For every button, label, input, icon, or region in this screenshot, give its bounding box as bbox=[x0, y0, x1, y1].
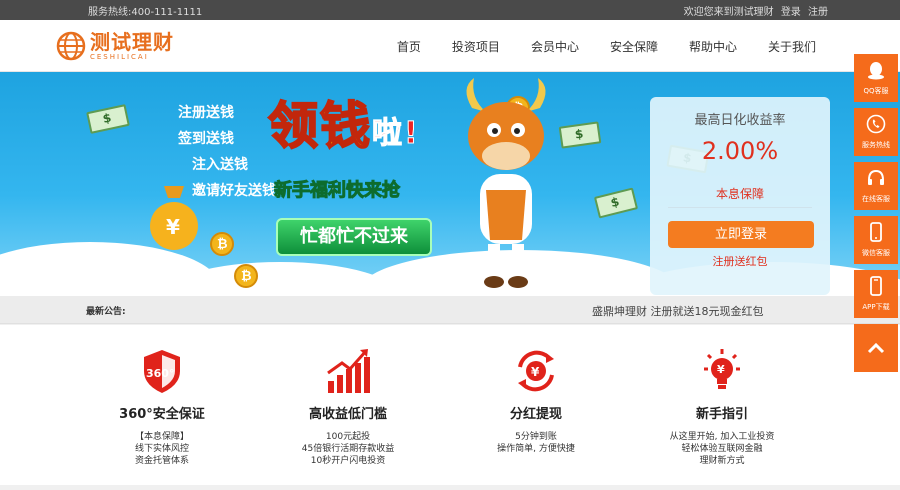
feature-desc: 【本息保障】 线下实体风控 资金托管体系 bbox=[72, 431, 252, 467]
feature-desc-line: 从这里开始, 加入工业投资 bbox=[669, 432, 775, 442]
chevron-up-icon bbox=[867, 342, 885, 354]
nav-help[interactable]: 帮助中心 bbox=[689, 38, 737, 55]
slogan-item: 注入送钱 bbox=[192, 157, 248, 173]
svg-text:¥: ¥ bbox=[166, 215, 180, 239]
logo-subtitle: CESHILICAI bbox=[90, 53, 149, 61]
app-icon bbox=[870, 276, 882, 296]
side-app-download-button[interactable]: APP下载 bbox=[854, 270, 898, 318]
mobile-icon bbox=[870, 222, 882, 242]
feature-desc-line: 45倍银行活期存款收益 bbox=[301, 444, 395, 454]
hero-title-main: 领钱 bbox=[267, 96, 372, 156]
feature-desc-line: 5分钟到账 bbox=[515, 432, 557, 442]
globe-logo-icon bbox=[56, 31, 86, 61]
feature-desc-line: 资金托管体系 bbox=[134, 456, 189, 466]
feature-name: 360°安全保证 bbox=[119, 407, 205, 422]
notice-message[interactable]: 盛鼎坤理财 注册就送18元现金红包 bbox=[592, 303, 764, 319]
feature-desc-line: 线下实体风控 bbox=[134, 444, 189, 454]
yen-cycle-icon: ¥ bbox=[518, 350, 554, 392]
feature-name: 新手指引 bbox=[695, 407, 748, 422]
feature-desc-line: 理财新方式 bbox=[699, 456, 745, 466]
shield-360-icon: 360° bbox=[144, 350, 180, 393]
money-bill-icon bbox=[558, 121, 602, 149]
feature-desc-line: 100元起投 bbox=[325, 432, 371, 442]
notice-bar: 最新公告: 盛鼎坤理财 注册就送18元现金红包 bbox=[0, 296, 900, 324]
feature-desc: 100元起投 45倍银行活期存款收益 10秒开户闪电投资 bbox=[258, 431, 438, 467]
nav-about[interactable]: 关于我们 bbox=[768, 38, 816, 55]
side-label: 在线客服 bbox=[862, 195, 890, 203]
nav-home[interactable]: 首页 bbox=[397, 38, 421, 55]
feature-desc-line: 轻松体验互联网金融 bbox=[681, 444, 763, 454]
side-online-service-button[interactable]: 在线客服 bbox=[854, 162, 898, 210]
bull-mascot-icon bbox=[466, 78, 546, 288]
guarantee-text: 本息保障 bbox=[715, 187, 764, 201]
welcome-text: 欢迎您来到测试理财 bbox=[683, 7, 774, 18]
feature-desc: 从这里开始, 加入工业投资 轻松体验互联网金融 理财新方式 bbox=[632, 431, 812, 467]
slogan-item: 注册送钱 bbox=[178, 105, 234, 121]
nav-investment[interactable]: 投资项目 bbox=[452, 38, 500, 55]
feature-name: 分红提现 bbox=[509, 407, 562, 422]
lightbulb-icon: ¥ bbox=[704, 349, 740, 389]
slogan-list: 注册送钱 签到送钱 注入送钱 邀请好友送钱 bbox=[178, 100, 276, 204]
features-section: 360° 360°安全保证 【本息保障】 线下实体风控 资金托管体系 高收益低门… bbox=[0, 325, 900, 485]
side-label: APP下载 bbox=[862, 303, 890, 311]
side-wechat-button[interactable]: 微信客服 bbox=[854, 216, 898, 264]
hero-title: 领钱啦! bbox=[267, 86, 420, 158]
feature-desc: 5分钟到账 操作简单, 方便快捷 bbox=[446, 431, 626, 455]
register-link[interactable]: 注册送红包 bbox=[650, 253, 830, 269]
hero-banner[interactable]: ¥ 注册送钱 签到送钱 注入送钱 邀请好友送钱 领钱啦! 新手福利快来抢 忙都忙… bbox=[0, 72, 900, 296]
yield-label: 最高日化收益率 bbox=[694, 113, 786, 128]
headset-icon bbox=[868, 169, 884, 185]
money-bill-icon bbox=[86, 104, 130, 134]
side-qq-button[interactable]: QQ客服 bbox=[854, 54, 898, 102]
coin-icon bbox=[210, 232, 234, 256]
notice-title: 最新公告: bbox=[86, 307, 126, 317]
logo[interactable]: 测试理财 CESHILICAI bbox=[56, 28, 174, 64]
top-register-link[interactable]: 注册 bbox=[808, 7, 828, 18]
yield-rate: 2.00% bbox=[701, 137, 779, 165]
feature-desc-line: 操作简单, 方便快捷 bbox=[497, 444, 575, 454]
nav-security[interactable]: 安全保障 bbox=[610, 38, 658, 55]
svg-text:¥: ¥ bbox=[717, 363, 725, 376]
money-bill-icon bbox=[593, 187, 639, 219]
feature-name: 高收益低门槛 bbox=[308, 407, 387, 422]
side-hotline-button[interactable]: 服务热线 bbox=[854, 108, 898, 156]
promo-badge: 忙都忙不过来 bbox=[276, 218, 432, 256]
slogan-item: 邀请好友送钱 bbox=[192, 183, 276, 199]
back-to-top-button[interactable] bbox=[854, 324, 898, 372]
top-login-link[interactable]: 登录 bbox=[781, 7, 801, 18]
hotline-text: 服务热线:400-111-1111 bbox=[88, 7, 203, 18]
feature-desc-line: 【本息保障】 bbox=[134, 432, 189, 442]
nav-member[interactable]: 会员中心 bbox=[531, 38, 579, 55]
header: 测试理财 CESHILICAI 首页 投资项目 会员中心 安全保障 帮助中心 关… bbox=[0, 20, 900, 72]
side-label: 微信客服 bbox=[862, 249, 890, 257]
slogan-item: 签到送钱 bbox=[178, 131, 234, 147]
hero-title-suffix: 啦! bbox=[372, 116, 420, 152]
side-label: 服务热线 bbox=[862, 141, 890, 149]
bar-chart-icon bbox=[327, 349, 370, 393]
hero-subtitle: 新手福利快来抢 bbox=[274, 180, 401, 202]
side-float-bar: QQ客服 服务热线 在线客服 微信客服 APP下载 bbox=[854, 54, 898, 378]
phone-icon bbox=[866, 114, 886, 134]
feature-desc-line: 10秒开户闪电投资 bbox=[310, 456, 386, 466]
top-bar: 服务热线:400-111-1111 欢迎您来到测试理财 登录 注册 bbox=[0, 0, 900, 20]
yield-card: 最高日化收益率 2.00% 本息保障 立即登录 注册送红包 bbox=[650, 97, 830, 295]
side-label: QQ客服 bbox=[863, 87, 889, 95]
svg-text:¥: ¥ bbox=[531, 365, 540, 379]
qq-icon bbox=[868, 62, 884, 80]
divider bbox=[668, 207, 812, 208]
login-button[interactable]: 立即登录 bbox=[668, 221, 814, 248]
logo-title: 测试理财 bbox=[90, 30, 174, 54]
top-bar-links: 欢迎您来到测试理财 登录 注册 bbox=[680, 3, 828, 18]
coin-icon bbox=[234, 264, 258, 288]
svg-text:360°: 360° bbox=[146, 367, 174, 380]
main-nav: 首页 投资项目 会员中心 安全保障 帮助中心 关于我们 bbox=[366, 20, 816, 72]
